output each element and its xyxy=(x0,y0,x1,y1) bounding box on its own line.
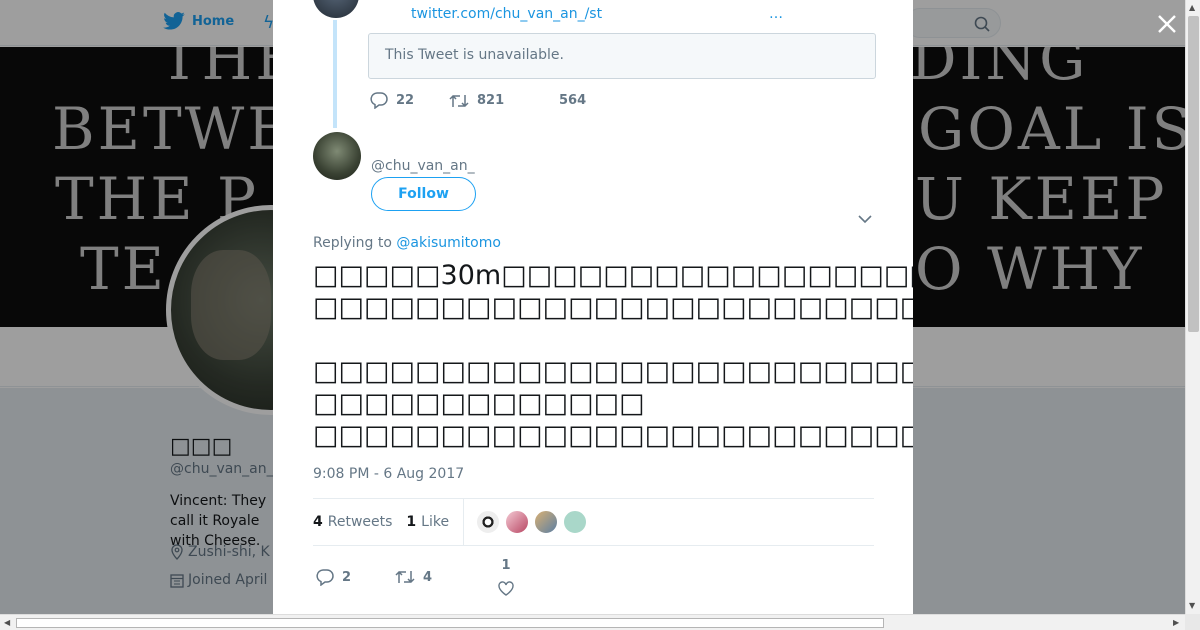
reply-button[interactable]: 22 xyxy=(370,92,449,109)
close-icon[interactable] xyxy=(1155,12,1179,36)
scroll-down-arrow-icon[interactable]: ▼ xyxy=(1189,601,1195,610)
replying-to-handle[interactable]: @akisumitomo xyxy=(396,235,501,251)
retweeter-avatar[interactable] xyxy=(505,510,530,534)
unavailable-tweet-text: This Tweet is unavailable. xyxy=(385,47,564,63)
retweeter-avatar[interactable] xyxy=(534,510,559,534)
horizontal-scrollbar[interactable]: ◀ ▶ xyxy=(0,614,1185,630)
retweeter-avatar[interactable] xyxy=(476,510,501,534)
like-count: 564 xyxy=(559,93,587,108)
retweets-stat-label: Retweets xyxy=(327,514,393,530)
chevron-down-icon[interactable] xyxy=(858,213,872,225)
tweet-stats: 4 Retweets 1 Like xyxy=(313,498,874,546)
parent-tweet-actions: 22 821 564 xyxy=(370,92,586,109)
follow-button[interactable]: Follow xyxy=(371,177,476,211)
retweet-icon xyxy=(449,94,469,107)
likes-stat-count: 1 xyxy=(406,514,417,530)
retweet-button[interactable]: 821 xyxy=(449,93,547,109)
reply-icon xyxy=(316,568,334,586)
parent-tweet-avatar[interactable] xyxy=(313,0,359,18)
author-handle[interactable]: @chu_van_an_ xyxy=(371,158,475,174)
scroll-left-arrow-icon[interactable]: ◀ xyxy=(4,618,10,627)
reply-count: 22 xyxy=(396,93,415,108)
retweets-stat-count: 4 xyxy=(313,514,323,530)
tweet-modal: twitter.com/chu_van_an_/st … This Tweet … xyxy=(273,0,913,614)
horizontal-scrollbar-thumb[interactable] xyxy=(16,618,884,628)
retweets-stat[interactable]: 4 Retweets xyxy=(313,514,392,530)
unavailable-tweet-box: This Tweet is unavailable. xyxy=(368,33,876,79)
retweeter-avatar[interactable] xyxy=(563,510,588,534)
heart-icon xyxy=(498,581,514,596)
retweet-count: 821 xyxy=(477,93,505,108)
tweet-timestamp[interactable]: 9:08 PM - 6 Aug 2017 xyxy=(313,466,464,482)
like-count: 1 xyxy=(501,558,511,573)
vertical-scrollbar[interactable]: ▲ ▼ xyxy=(1185,0,1200,614)
reply-button[interactable]: 2 xyxy=(316,568,395,586)
replying-to: Replying to @akisumitomo xyxy=(313,235,501,251)
scroll-up-arrow-icon[interactable]: ▲ xyxy=(1189,3,1195,12)
likes-stat-label: Like xyxy=(421,514,450,530)
retweet-count: 4 xyxy=(423,569,433,585)
like-button[interactable]: 1 xyxy=(498,558,514,596)
scrollbar-corner xyxy=(1185,614,1200,630)
conversation-thread-line xyxy=(333,20,337,128)
tweet-link[interactable]: twitter.com/chu_van_an_/st xyxy=(411,6,602,22)
stats-divider xyxy=(463,498,465,546)
tweet-actions: 2 4 1 xyxy=(316,558,514,596)
retweet-icon xyxy=(395,570,415,584)
reply-icon xyxy=(370,92,388,109)
vertical-scrollbar-thumb[interactable] xyxy=(1188,16,1199,332)
like-button[interactable]: 564 xyxy=(547,93,586,108)
reply-count: 2 xyxy=(342,569,352,585)
replying-to-prefix: Replying to xyxy=(313,235,397,251)
tweet-link-ellipsis[interactable]: … xyxy=(769,6,783,22)
author-avatar[interactable] xyxy=(313,132,361,180)
tweet-text: □□□□□30m□□□□□□□□□□□□□□□□ □□□□□ □□□□□□□□□□… xyxy=(313,260,913,451)
likes-stat[interactable]: 1 Like xyxy=(406,514,449,530)
retweet-button[interactable]: 4 xyxy=(395,569,498,585)
scroll-right-arrow-icon[interactable]: ▶ xyxy=(1173,618,1179,627)
